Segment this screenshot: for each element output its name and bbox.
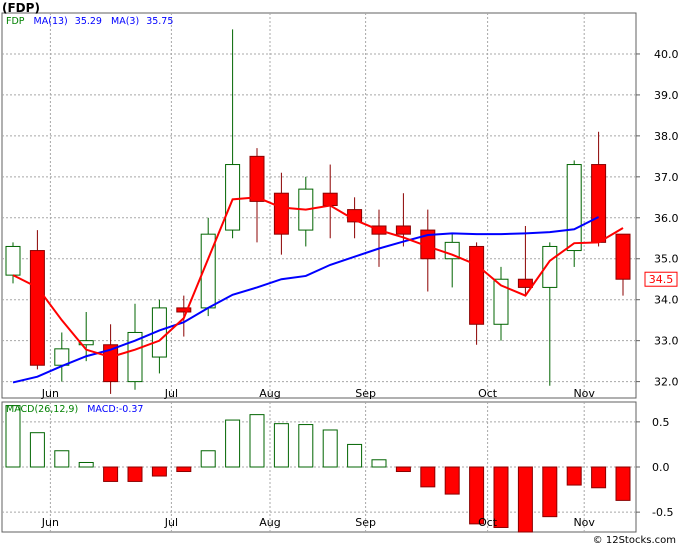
macd-bar (420, 466, 436, 488)
macd-month-label: Jul (164, 516, 178, 529)
macd-bar (249, 414, 265, 468)
macd-bar (444, 466, 460, 495)
price-tick-label: 40.0 (654, 48, 679, 61)
price-tick-label: 39.0 (654, 89, 679, 102)
price-month-label: Oct (478, 387, 498, 400)
candle-body (5, 245, 21, 276)
macd-bar (566, 466, 582, 486)
candle (29, 230, 45, 370)
legend-ma13-value: 35.29 (75, 16, 102, 27)
macd-month-label: Aug (259, 516, 280, 529)
watermark: © 12Stocks.com (593, 535, 676, 546)
price-tick-label: 34.0 (654, 294, 679, 307)
macd-legend: MACD(26,12,9) MACD:-0.37 (6, 404, 143, 415)
candle-body (54, 348, 70, 366)
macd-bar (225, 419, 241, 468)
candle-body (322, 192, 338, 207)
price-tick-label: 33.0 (654, 335, 679, 348)
price-tick-label: 36.0 (654, 212, 679, 225)
legend-ma13-label: MA(13) (34, 16, 68, 27)
candle-body (395, 225, 411, 235)
candle (566, 160, 582, 267)
price-month-label: Sep (355, 387, 376, 400)
price-tick-label: 38.0 (654, 130, 679, 143)
macd-bar (347, 443, 363, 468)
price-month-label: Nov (573, 387, 595, 400)
macd-tick-label: 0.5 (652, 416, 670, 429)
macd-bar (298, 424, 314, 468)
macd-bar (371, 459, 387, 468)
price-tick-label: 32.0 (654, 376, 679, 389)
macd-tick-label: 0.0 (652, 461, 670, 474)
chart-title: (FDP) (2, 1, 40, 15)
candle-body (273, 192, 289, 235)
last-price-label: 34.5 (649, 273, 674, 286)
candle-body (249, 155, 265, 202)
macd-month-label: Sep (355, 516, 376, 529)
stock-chart: 32.0 33.0 34.0 35.0 36.0 37.0 38.0 39.0 40.0 Jun J… (0, 0, 680, 546)
price-tick-label: 35.0 (654, 253, 679, 266)
chart-canvas: 32.0 33.0 34.0 35.0 36.0 37.0 38.0 39.0 40.0 Jun J… (0, 0, 680, 546)
price-month-label: Aug (259, 387, 280, 400)
candle-body (469, 245, 485, 325)
macd-bar (517, 466, 533, 533)
macd-bar (151, 466, 167, 477)
price-month-label: Jul (164, 387, 178, 400)
candle-body (591, 164, 607, 243)
macd-bar (78, 461, 94, 468)
macd-bar (591, 466, 607, 489)
price-tick-label: 37.0 (654, 171, 679, 184)
macd-bar (395, 466, 411, 473)
macd-bar (615, 466, 631, 501)
macd-bar (176, 466, 192, 473)
candle-body (29, 250, 45, 366)
price-month-label: Jun (41, 387, 59, 400)
candle-body (615, 233, 631, 280)
macd-bar (273, 423, 289, 468)
legend-ma3-value: 35.75 (146, 16, 173, 27)
legend-symbol: FDP (6, 16, 25, 27)
macd-legend-value: MACD:-0.37 (87, 404, 143, 415)
macd-month-label: Oct (478, 516, 498, 529)
macd-bar (322, 429, 338, 468)
legend-ma3-label: MA(3) (111, 16, 139, 27)
macd-month-label: Jun (41, 516, 59, 529)
macd-bar (54, 450, 70, 468)
macd-bar (542, 466, 558, 518)
candle-body (517, 278, 533, 288)
macd-bar (200, 450, 216, 468)
candle-body (225, 164, 241, 231)
macd-month-label: Nov (573, 516, 595, 529)
macd-bar (103, 466, 119, 482)
macd-bar (127, 466, 143, 482)
macd-legend-title: MACD(26,12,9) (6, 404, 78, 415)
candle-body (566, 164, 582, 252)
macd-tick-label: -0.5 (652, 506, 673, 519)
macd-bar (29, 432, 45, 468)
